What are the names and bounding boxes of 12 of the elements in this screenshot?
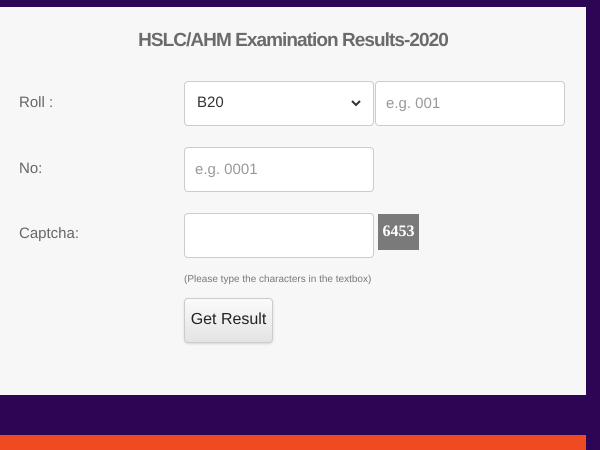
roll-label: Roll : — [18, 92, 54, 113]
roll-code-field[interactable]: e.g. 001 — [375, 80, 565, 126]
no-label: No: — [18, 158, 44, 179]
captcha-code: 6453 — [378, 214, 419, 250]
chevron-down-icon — [351, 100, 361, 106]
roll-prefix-select[interactable]: B20 — [184, 80, 374, 126]
get-result-button[interactable]: Get Result — [184, 298, 273, 342]
captcha-label: Captcha: — [18, 224, 80, 244]
roll-number-field[interactable]: e.g. 0001 — [184, 146, 374, 192]
page-title: HSLC/AHM Examination Results-2020 — [138, 30, 448, 51]
captcha-hint: (Please type the characters in the textbox) — [184, 272, 372, 286]
captcha-field[interactable] — [184, 212, 374, 258]
